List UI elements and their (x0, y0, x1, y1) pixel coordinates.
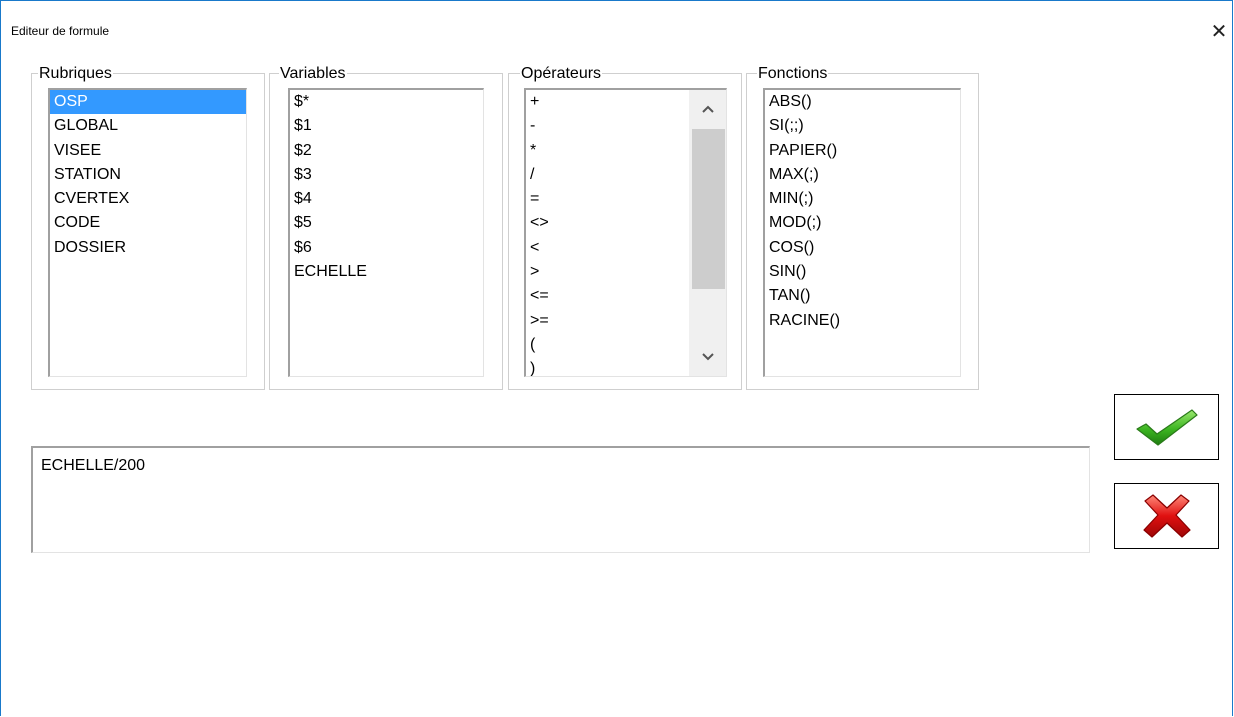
fonction-item[interactable]: SI(;;) (765, 114, 960, 138)
operateurs-group: Opérateurs + - * / = <> < > <= >=() (508, 65, 742, 390)
checkmark-icon (1135, 409, 1198, 446)
variable-item[interactable]: $* (290, 90, 483, 114)
variable-item[interactable]: $5 (290, 211, 483, 235)
fonction-item[interactable]: MOD(;) (765, 211, 960, 235)
fonction-item[interactable]: SIN() (765, 260, 960, 284)
rubrique-item[interactable]: CVERTEX (50, 187, 246, 211)
ok-button[interactable] (1114, 394, 1219, 460)
formula-editor-window: Editeur de formule ✕ Rubriques OSP GLOBAL… (0, 0, 1233, 716)
rubrique-item[interactable]: GLOBAL (50, 114, 246, 138)
scroll-thumb[interactable] (692, 129, 725, 289)
rubrique-item[interactable]: CODE (50, 211, 246, 235)
red-x-icon (1142, 494, 1191, 538)
operateurs-legend: Opérateurs (520, 65, 603, 83)
rubrique-item[interactable]: DOSSIER (50, 236, 246, 260)
fonctions-list[interactable]: ABS() SI(;;) PAPIER() MAX(;) MIN(;) MOD(;) COS… (763, 88, 961, 377)
scroll-up-icon[interactable] (689, 92, 726, 126)
variable-item[interactable]: ECHELLE (290, 260, 483, 284)
fonctions-group: Fonctions ABS() SI(;;) PAPIER() MAX(;) MIN(;… (746, 65, 979, 390)
rubriques-group: Rubriques OSP GLOBAL VISEE STATION CVERTEX CO… (31, 65, 265, 390)
operateurs-scrollbar[interactable] (689, 90, 726, 376)
fonction-item[interactable]: ABS() (765, 90, 960, 114)
variables-group: Variables $* $1 $2 $3 $4 $5 $6 ECHELLE (269, 65, 503, 390)
variable-item[interactable]: $2 (290, 139, 483, 163)
close-icon[interactable]: ✕ (1204, 17, 1234, 47)
operateurs-list[interactable]: + - * / = <> < > <= >=() (524, 88, 727, 377)
formula-input[interactable]: ECHELLE/200 (31, 446, 1090, 553)
window-title: Editeur de formule (11, 24, 110, 38)
fonction-item[interactable]: TAN() (765, 284, 960, 308)
fonction-item[interactable]: RACINE() (765, 309, 960, 333)
cancel-button[interactable] (1114, 483, 1219, 549)
scroll-down-icon[interactable] (689, 340, 726, 374)
rubrique-item[interactable]: OSP (50, 90, 246, 115)
variable-item[interactable]: $1 (290, 114, 483, 138)
rubriques-legend: Rubriques (38, 65, 113, 83)
variable-item[interactable]: $6 (290, 236, 483, 260)
fonction-item[interactable]: PAPIER() (765, 139, 960, 163)
variable-item[interactable]: $4 (290, 187, 483, 211)
rubriques-list[interactable]: OSP GLOBAL VISEE STATION CVERTEX CODE DOSSIER (48, 88, 247, 377)
variables-list[interactable]: $* $1 $2 $3 $4 $5 $6 ECHELLE (288, 88, 484, 377)
fonction-item[interactable]: MIN(;) (765, 187, 960, 211)
variables-legend: Variables (279, 65, 347, 83)
fonction-item[interactable]: COS() (765, 236, 960, 260)
fonctions-legend: Fonctions (757, 65, 829, 83)
fonction-item[interactable]: MAX(;) (765, 163, 960, 187)
variable-item[interactable]: $3 (290, 163, 483, 187)
rubrique-item[interactable]: STATION (50, 163, 246, 187)
rubrique-item[interactable]: VISEE (50, 139, 246, 163)
